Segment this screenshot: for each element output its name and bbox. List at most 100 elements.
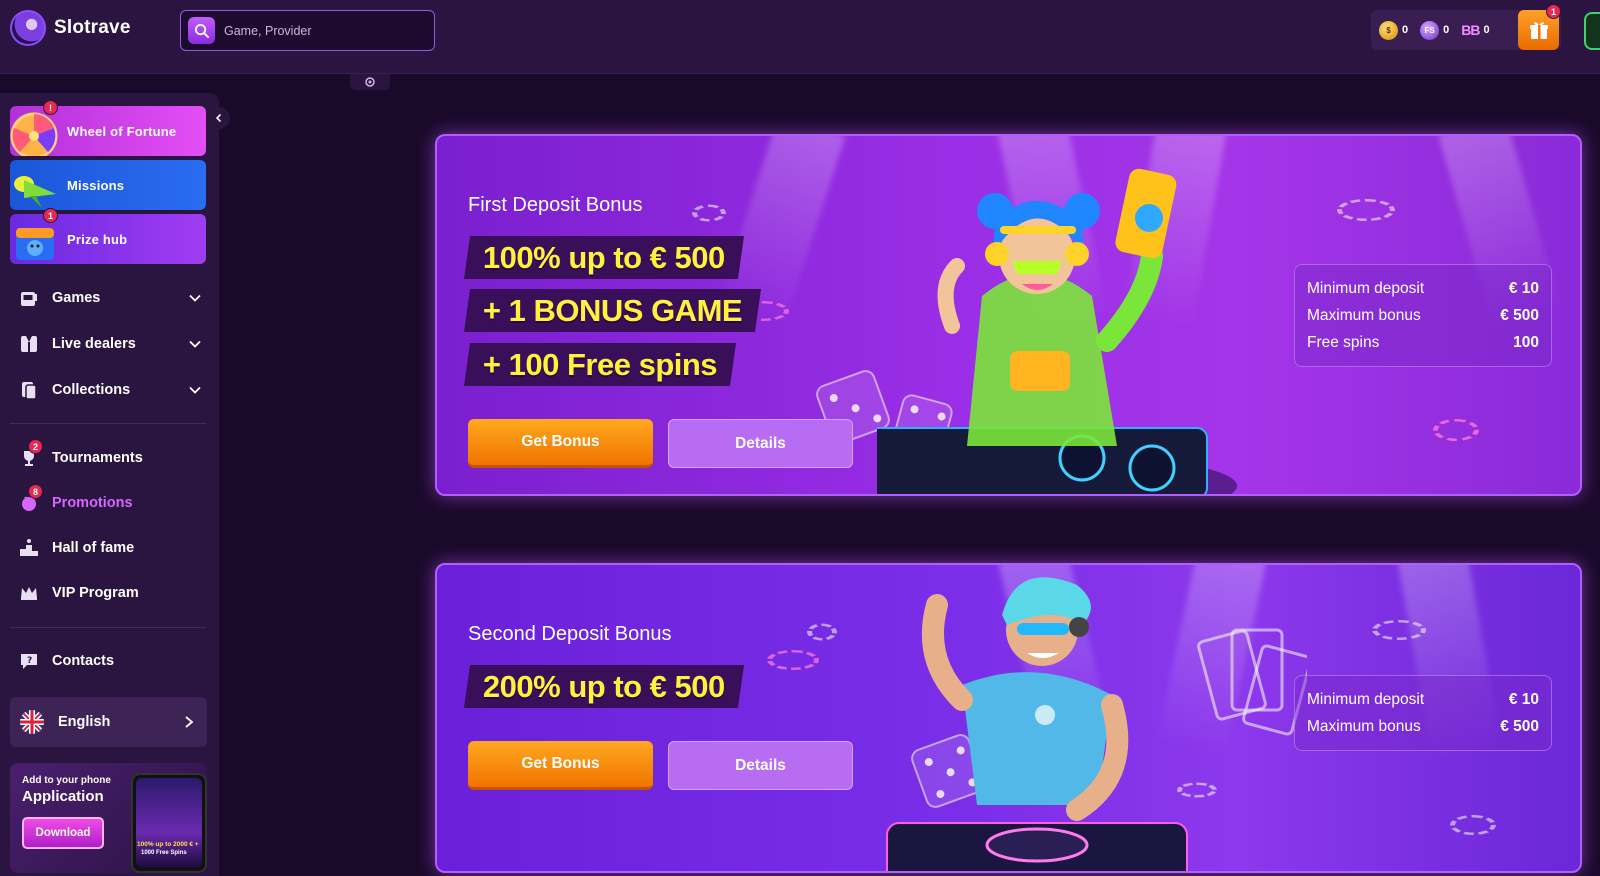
bonus-balance-icon: BB	[1461, 22, 1480, 38]
missions-tile[interactable]: Missions	[10, 160, 206, 210]
nav-games-label: Games	[52, 290, 101, 306]
missions-icon	[14, 176, 56, 208]
banner-2-line-1: 200% up to € 500	[463, 665, 744, 708]
language-label: English	[58, 714, 111, 730]
wallet-bonus-value: 0	[1483, 24, 1490, 36]
banner-1-line-3: + 100 Free spins	[463, 343, 737, 386]
uk-flag-icon	[20, 710, 44, 734]
wheel-of-fortune-tile[interactable]: ! Wheel of Fortune	[10, 100, 206, 156]
second-deposit-banner: Second Deposit Bonus 200% up to € 500 Ge…	[435, 563, 1582, 873]
banner-1-line-1: 100% up to € 500	[463, 236, 744, 279]
chip-decoration	[767, 650, 819, 670]
nav-vip-program[interactable]: VIP Program	[18, 578, 206, 608]
nav-collections[interactable]: Collections	[18, 375, 206, 405]
nav-tournaments[interactable]: 2 Tournaments	[18, 439, 206, 473]
app-download-card: Add to your phone Application Download 1…	[10, 763, 207, 873]
gift-button[interactable]: 1	[1518, 4, 1561, 50]
gold-coin-icon: $	[1379, 20, 1398, 40]
wallet-bonus: BB 0	[1461, 21, 1489, 40]
phone-promo-line1: 100% up to 2000 € +	[137, 841, 199, 848]
chip-decoration	[1372, 620, 1426, 640]
promotions-badge: 8	[28, 484, 43, 499]
prize-hub-label: Prize hub	[67, 231, 128, 247]
crown-icon	[18, 582, 40, 604]
settings-icon	[365, 77, 375, 87]
cards-decoration	[1197, 628, 1307, 736]
podium-icon	[18, 537, 40, 559]
chevron-down-icon	[189, 294, 201, 302]
sidebar-divider	[10, 627, 206, 628]
chip-decoration	[1337, 199, 1395, 221]
app-card-title: Application	[22, 788, 104, 805]
wheel-of-fortune-label: Wheel of Fortune	[67, 123, 177, 139]
nav-live-dealers-label: Live dealers	[52, 336, 136, 352]
get-bonus-button[interactable]: Get Bonus	[468, 419, 653, 468]
svg-text:?: ?	[27, 656, 32, 666]
nav-promotions-label: Promotions	[52, 495, 133, 511]
banner-2-title: Second Deposit Bonus	[468, 623, 672, 645]
banner-1-title: First Deposit Bonus	[468, 194, 643, 216]
chip-decoration	[807, 623, 837, 641]
language-selector[interactable]: English	[10, 697, 207, 747]
dj-guy-character	[886, 577, 1188, 871]
settings-tab[interactable]	[350, 74, 390, 90]
app-card-subtitle: Add to your phone	[22, 775, 111, 786]
cards-icon	[18, 379, 40, 401]
top-header: Slotrave $ 0 FS 0 BB 0 1	[0, 0, 1600, 74]
nav-hall-of-fame[interactable]: Hall of fame	[18, 533, 206, 563]
dealer-icon	[18, 333, 40, 355]
gift-icon	[1529, 22, 1548, 39]
chat-icon: ?	[18, 650, 40, 672]
nav-live-dealers[interactable]: Live dealers	[18, 329, 206, 359]
banner-1-line-2: + 1 BONUS GAME	[463, 289, 762, 332]
get-bonus-button[interactable]: Get Bonus	[468, 741, 653, 790]
prize-hub-tile[interactable]: 1 Prize hub	[10, 208, 206, 264]
wheel-badge: !	[43, 100, 58, 115]
bonus-info-box: Minimum deposit € 10 Maximum bonus € 500	[1294, 675, 1552, 751]
sidebar-divider	[10, 423, 206, 424]
info-row: Free spins 100	[1307, 334, 1539, 351]
nav-vip-program-label: VIP Program	[52, 585, 139, 601]
slot-machine-icon	[18, 287, 40, 309]
gift-badge: 1	[1546, 4, 1561, 19]
wallet-coins-value: 0	[1402, 24, 1409, 36]
first-deposit-banner: First Deposit Bonus 100% up to € 500 + 1…	[435, 134, 1582, 496]
info-row: Minimum deposit € 10	[1307, 280, 1539, 297]
info-row: Maximum bonus € 500	[1307, 718, 1539, 735]
collapse-sidebar-button[interactable]	[208, 107, 230, 129]
phone-mockup: 100% up to 2000 € + 1000 Free Spins	[131, 773, 207, 873]
search-box	[180, 10, 435, 51]
phone-promo-line2: 1000 Free Spins	[141, 850, 187, 856]
chevron-right-icon	[185, 716, 194, 728]
nav-games[interactable]: Games	[18, 283, 206, 313]
chevron-down-icon	[189, 386, 201, 394]
promo-icon: 8	[18, 484, 43, 514]
download-button[interactable]: Download	[22, 817, 104, 849]
missions-label: Missions	[67, 177, 125, 193]
chip-decoration	[1433, 419, 1479, 441]
search-input[interactable]	[224, 23, 414, 38]
nav-contacts-label: Contacts	[52, 653, 115, 669]
bonus-info-box: Minimum deposit € 10 Maximum bonus € 500 F…	[1294, 264, 1552, 367]
chevron-down-icon	[189, 340, 201, 348]
chip-decoration	[692, 204, 726, 222]
wallet-coins: $ 0	[1379, 20, 1409, 40]
edge-green-button[interactable]	[1584, 12, 1600, 50]
prize-hub-badge: 1	[43, 208, 58, 223]
info-row: Maximum bonus € 500	[1307, 307, 1539, 324]
wallet-freespins: FS 0	[1420, 20, 1449, 40]
chip-decoration	[1450, 815, 1496, 835]
nav-contacts[interactable]: ? Contacts	[18, 646, 206, 676]
details-button[interactable]: Details	[668, 741, 853, 790]
search-icon[interactable]	[188, 17, 215, 44]
nav-collections-label: Collections	[52, 382, 131, 398]
dj-girl-character	[877, 168, 1237, 494]
nav-promotions[interactable]: 8 Promotions	[18, 484, 206, 518]
info-row: Minimum deposit € 10	[1307, 691, 1539, 708]
chevron-left-icon	[215, 113, 222, 123]
site-logo[interactable]: Slotrave	[10, 10, 131, 46]
nav-hall-of-fame-label: Hall of fame	[52, 540, 135, 556]
logo-text: Slotrave	[54, 17, 131, 38]
trophy-icon: 2	[18, 439, 43, 469]
details-button[interactable]: Details	[668, 419, 853, 468]
